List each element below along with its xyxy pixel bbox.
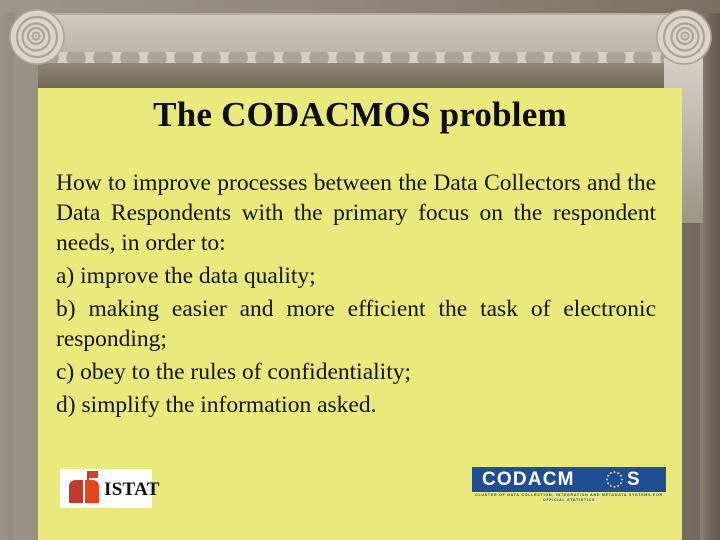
istat-logo: ISTAT [60,469,159,508]
list-item-a: a) improve the data quality; [56,263,316,289]
architrave-top-line [38,13,682,15]
architrave-band [38,13,682,54]
codacmos-wordmark-before: CODACM [482,469,575,490]
list-item-c: c) obey to the rules of confidentiality; [56,359,412,385]
ionic-volute-left-icon [8,6,66,68]
istat-book-icon [69,480,99,503]
codacmos-wordmark-after: S [627,469,641,490]
istat-wordmark: ISTAT [104,479,160,500]
slide-body: How to improve processes between the Dat… [56,168,656,420]
ionic-volute-right-icon [655,6,713,68]
slide-title: The CODACMOS problem [153,95,567,134]
presentation-slide: The CODACMOS problem How to improve proc… [0,0,720,540]
codacmos-logo: CODACM S Cluster of d [472,467,666,509]
codacmos-logo-box: CODACM S [472,467,666,492]
top-border-strip [0,0,720,13]
list-item-d: d) simplify the information asked. [56,392,377,418]
right-edge-strip [700,0,720,540]
left-edge-strip [0,0,14,540]
codacmos-tagline: Cluster of data collection, integration … [475,493,663,503]
istat-flag-icon [89,471,98,478]
entablature-band [38,64,682,89]
intro-paragraph: How to improve processes between the Dat… [56,170,656,256]
eu-stars-circle-icon [606,471,623,488]
list-item-b: b) making easier and more efficient the … [56,296,656,352]
